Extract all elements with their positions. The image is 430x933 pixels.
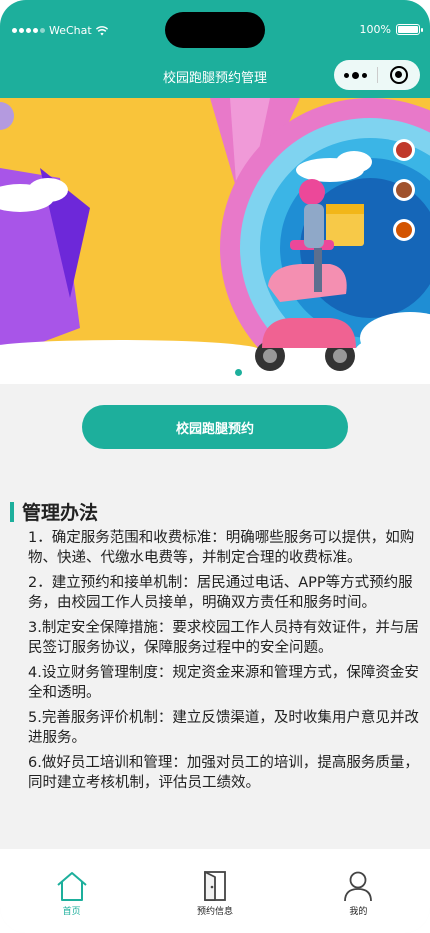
section-accent-bar (10, 501, 14, 522)
banner-carousel[interactable] (0, 98, 430, 384)
tab-bar: 首页 预约信息 我的 (0, 849, 430, 933)
mini-program-capsule (334, 60, 420, 90)
tab-mine[interactable]: 我的 (287, 849, 430, 933)
rule-item: 5.完善服务评价机制：建立反馈渠道，及时收集用户意见并改进服务。 (28, 710, 419, 746)
target-icon (389, 66, 408, 84)
user-icon (344, 871, 373, 902)
rule-item: 6.做好员工培训和管理：加强对员工的培训，提高服务质量，同时建立考核机制，评估员… (28, 755, 419, 791)
tab-label: 预约信息 (196, 907, 233, 917)
phone-screen: WeChat 100% 校园跑腿预约管理 校园跑腿预约 管理办法 1．确定服务范… (0, 0, 430, 933)
close-button[interactable] (377, 66, 420, 84)
door-icon (204, 871, 226, 901)
battery-label: 100% (359, 23, 391, 36)
carrier-info: WeChat (12, 24, 108, 37)
book-errand-button[interactable]: 校园跑腿预约 (82, 405, 348, 449)
rule-item: 1．确定服务范围和收费标准：明确哪些服务可以提供，如购物、快递、代缴水电费等，并… (28, 530, 415, 566)
carrier-label: WeChat (49, 24, 92, 37)
camera-notch (165, 12, 265, 48)
status-bar: WeChat 100% (0, 0, 430, 50)
section-header: 管理办法 (10, 498, 98, 525)
tab-home[interactable]: 首页 (0, 849, 143, 933)
battery-status: 100% (359, 23, 423, 36)
rules-list: 1．确定服务范围和收费标准：明确哪些服务可以提供，如购物、快递、代缴水电费等，并… (28, 528, 422, 798)
wifi-icon (95, 25, 108, 35)
home-icon (57, 872, 87, 901)
more-button[interactable] (334, 71, 377, 79)
tab-label: 首页 (62, 907, 81, 917)
banner-illustration (0, 98, 430, 384)
battery-icon (396, 24, 423, 35)
header: WeChat 100% 校园跑腿预约管理 (0, 0, 430, 98)
carousel-indicator[interactable] (235, 369, 242, 376)
section-title: 管理办法 (22, 502, 99, 524)
rule-item: 3.制定安全保障措施：要求校园工作人员持有效证件，并与居民签订服务协议，保障服务… (28, 620, 419, 656)
tab-label: 我的 (349, 907, 368, 917)
signal-icon (12, 28, 45, 33)
rule-item: 2．建立预约和接单机制：居民通过电话、APP等方式预约服务，由校园工作人员接单，… (28, 575, 413, 611)
tab-booking-info[interactable]: 预约信息 (143, 849, 286, 933)
rule-item: 4.设立财务管理制度：规定资金来源和管理方式，保障资金安全和透明。 (28, 665, 419, 701)
